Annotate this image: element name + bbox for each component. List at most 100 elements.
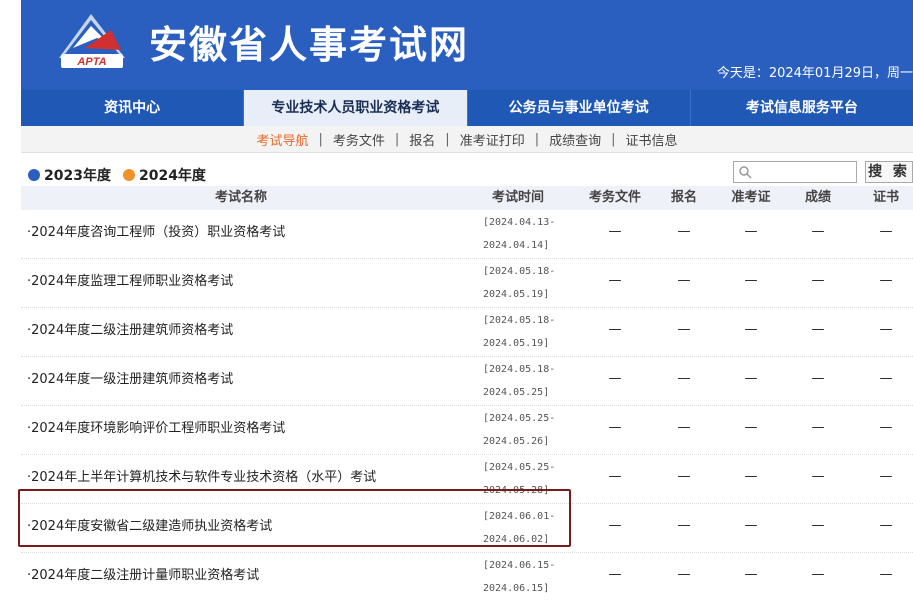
docs-cell: — [608,420,622,435]
score-cell: — [811,224,825,239]
col-ticket: 准考证 [731,190,771,205]
exam-time: [2024.06.15- 2024.06.15] [483,560,556,594]
col-signup: 报名 [670,190,697,205]
sub-nav: 考试导航 | 考务文件 | 报名 | 准考证打印 | 成绩查询 | 证书信息 [21,126,913,153]
site-header: APTA 安徽省人事考试网 今天是：2024年01月29日，周一 [21,0,913,90]
separator: | [394,131,400,147]
table-row: ·2024年度安徽省二级建造师执业资格考试 [2024.06.01- 2024.0… [21,504,913,553]
exam-time: [2024.05.25- 2024.05.28] [483,462,556,496]
signup-cell: — [677,469,691,484]
docs-cell: — [608,518,622,533]
docs-cell: — [608,567,622,582]
year-2023[interactable]: 2023年度 [28,165,111,185]
subnav-certificate-info[interactable]: 证书信息 [618,130,686,149]
exam-name-link[interactable]: ·2024年度咨询工程师（投资）职业资格考试 [27,210,285,258]
exam-table: ·2024年度咨询工程师（投资）职业资格考试 [2024.04.13- 2024.… [21,210,913,601]
docs-cell: — [608,371,622,386]
ticket-cell: — [744,420,758,435]
cert-cell: — [879,518,893,533]
exam-name-link[interactable]: ·2024年度二级注册计量师职业资格考试 [27,553,259,601]
nav-professional-exams[interactable]: 专业技术人员职业资格考试 [244,90,468,126]
score-cell: — [811,518,825,533]
exam-time: [2024.05.18- 2024.05.25] [483,364,556,398]
exam-name-link[interactable]: ·2024年度监理工程师职业资格考试 [27,259,233,307]
cert-cell: — [879,273,893,288]
nav-news-center[interactable]: 资讯中心 [21,90,245,126]
year-filter: 2023年度 2024年度 [28,165,218,185]
table-row: ·2024年上半年计算机技术与软件专业技术资格（水平）考试 [2024.05.2… [21,455,913,504]
exam-time: [2024.05.18- 2024.05.19] [483,266,556,300]
search-button[interactable]: 搜 索 [865,161,913,183]
exam-name-link[interactable]: ·2024年上半年计算机技术与软件专业技术资格（水平）考试 [27,455,376,503]
subnav-exam-guide[interactable]: 考试导航 [248,130,316,149]
score-cell: — [811,420,825,435]
ticket-cell: — [744,322,758,337]
col-score: 成绩 [804,190,831,205]
search-icon [739,166,752,179]
table-header: 考试名称 考试时间 考务文件 报名 准考证 成绩 证书 [21,186,913,210]
table-row: ·2024年度二级注册计量师职业资格考试 [2024.06.15- 2024.06… [21,553,913,601]
ticket-cell: — [744,567,758,582]
year-2023-dot-icon [28,169,40,181]
cert-cell: — [879,224,893,239]
subnav-score-query[interactable]: 成绩查询 [541,130,609,149]
svg-text:APTA: APTA [76,56,106,68]
separator: | [611,131,616,147]
docs-cell: — [608,224,622,239]
cert-cell: — [879,322,893,337]
cert-cell: — [879,371,893,386]
score-cell: — [811,469,825,484]
table-row: ·2024年度一级注册建筑师资格考试 [2024.05.18- 2024.05.2… [21,357,913,406]
nav-exam-service-platform[interactable]: 考试信息服务平台 [691,90,913,126]
exam-name-link[interactable]: ·2024年度安徽省二级建造师执业资格考试 [27,504,272,552]
year-2024-label: 2024年度 [138,168,206,184]
current-date: 今天是：2024年01月29日，周一 [716,66,913,81]
signup-cell: — [677,420,691,435]
col-certificate: 证书 [872,190,899,205]
apta-logo[interactable]: APTA [51,8,133,70]
signup-cell: — [677,273,691,288]
main-nav: 资讯中心 专业技术人员职业资格考试 公务员与事业单位考试 考试信息服务平台 [21,90,913,126]
ticket-cell: — [744,469,758,484]
signup-cell: — [677,518,691,533]
year-2024-dot-icon [122,169,135,181]
table-row: ·2024年度环境影响评价工程师职业资格考试 [2024.05.25- 2024.… [21,406,913,455]
search-input[interactable] [733,161,857,183]
subnav-exam-documents[interactable]: 考务文件 [325,130,393,149]
cert-cell: — [879,469,893,484]
signup-cell: — [677,371,691,386]
signup-cell: — [677,322,691,337]
exam-name-link[interactable]: ·2024年度环境影响评价工程师职业资格考试 [27,406,285,454]
exam-time: [2024.04.13- 2024.04.14] [483,217,556,251]
score-cell: — [811,567,825,582]
table-row: ·2024年度咨询工程师（投资）职业资格考试 [2024.04.13- 2024.… [21,210,913,259]
exam-time: [2024.06.01- 2024.06.02] [483,511,556,545]
exam-name-link[interactable]: ·2024年度一级注册建筑师资格考试 [27,357,233,405]
site-title: 安徽省人事考试网 [149,23,470,67]
docs-cell: — [608,322,622,337]
exam-time: [2024.05.25- 2024.05.26] [483,413,556,447]
score-cell: — [811,273,825,288]
table-row: ·2024年度监理工程师职业资格考试 [2024.05.18- 2024.05.1… [21,259,913,308]
ticket-cell: — [744,371,758,386]
score-cell: — [811,322,825,337]
exam-name-link[interactable]: ·2024年度二级注册建筑师资格考试 [27,308,233,356]
ticket-cell: — [744,224,758,239]
exam-time: [2024.05.18- 2024.05.19] [483,315,556,349]
signup-cell: — [677,567,691,582]
cert-cell: — [879,420,893,435]
ticket-cell: — [744,518,758,533]
year-2024[interactable]: 2024年度 [122,165,206,185]
docs-cell: — [608,469,622,484]
cert-cell: — [879,567,893,582]
separator: | [318,131,323,147]
year-2023-label: 2023年度 [44,168,111,184]
nav-civil-service-exams[interactable]: 公务员与事业单位考试 [468,90,691,126]
ticket-cell: — [744,273,758,288]
col-exam-docs: 考务文件 [588,190,641,205]
signup-cell: — [677,224,691,239]
score-cell: — [811,371,825,386]
subnav-signup[interactable]: 报名 [401,130,443,149]
separator: | [445,131,450,147]
subnav-ticket-print[interactable]: 准考证打印 [452,130,533,149]
